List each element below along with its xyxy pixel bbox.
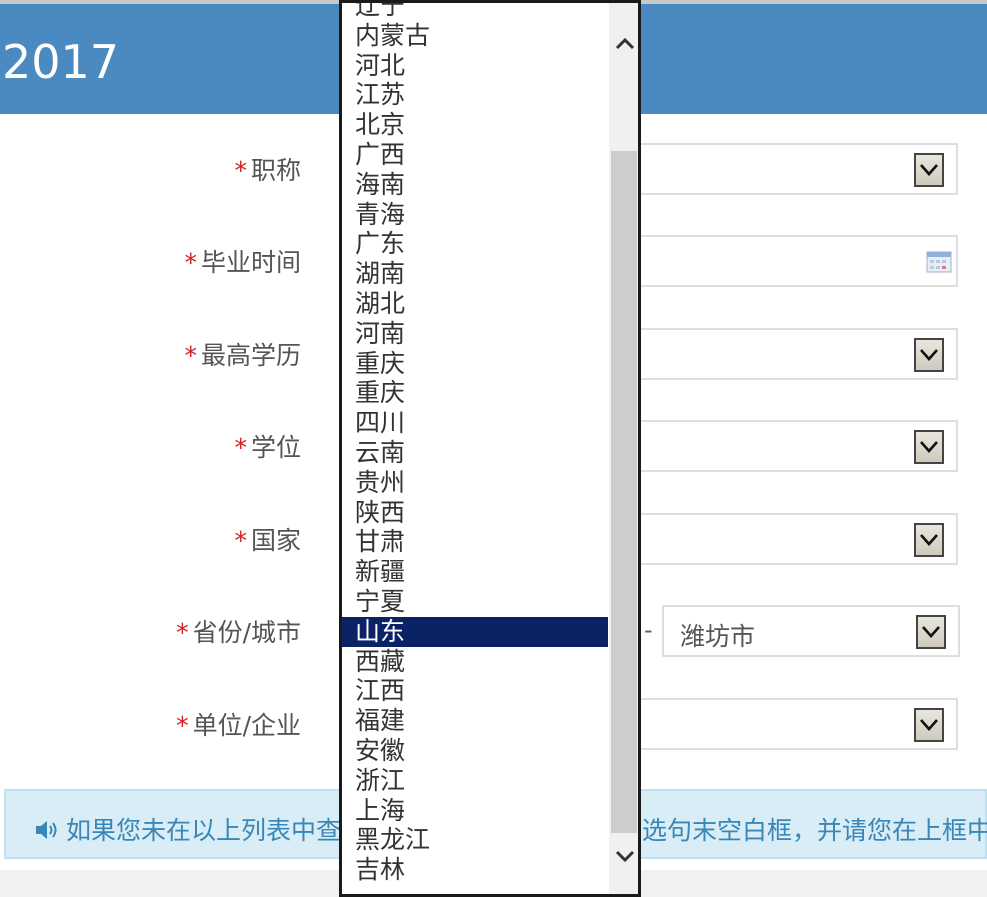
- province-option[interactable]: 宁夏: [342, 587, 608, 617]
- province-option[interactable]: 江西: [342, 676, 608, 706]
- volume-icon: [36, 821, 57, 839]
- title-select[interactable]: [636, 143, 958, 195]
- dropdown-scrollbar[interactable]: [609, 3, 638, 894]
- province-option[interactable]: 贵州: [342, 468, 608, 498]
- province-option[interactable]: 青海: [342, 200, 608, 230]
- province-option[interactable]: 吉林: [342, 855, 608, 885]
- province-option[interactable]: 广西: [342, 140, 608, 170]
- chevron-down-icon[interactable]: [914, 430, 944, 464]
- degree-select[interactable]: [636, 420, 958, 472]
- province-option[interactable]: 陕西: [342, 498, 608, 528]
- province-option[interactable]: 北京: [342, 110, 608, 140]
- province-option[interactable]: 江苏: [342, 80, 608, 110]
- notice-text-left: 如果您未在以上列表中查: [66, 816, 342, 845]
- calendar-icon[interactable]: [926, 251, 952, 273]
- city-select-value: 潍坊市: [680, 622, 756, 651]
- province-option[interactable]: 甘肃: [342, 527, 608, 557]
- page-title: 2017: [2, 35, 120, 89]
- chevron-down-icon[interactable]: [614, 845, 636, 867]
- province-option[interactable]: 上海: [342, 796, 608, 826]
- label-education: * 最高学历: [184, 341, 301, 370]
- chevron-down-icon[interactable]: [914, 338, 944, 372]
- province-option[interactable]: 内蒙古: [342, 21, 608, 51]
- city-select[interactable]: 潍坊市: [662, 605, 960, 657]
- company-select[interactable]: [636, 698, 958, 750]
- province-option[interactable]: 山东: [342, 616, 608, 647]
- chevron-down-icon[interactable]: [914, 153, 944, 187]
- notice-text-right: 选句末空白框，并请您在上框中: [642, 816, 987, 845]
- province-option[interactable]: 黑龙江: [342, 825, 608, 855]
- scrollbar-thumb[interactable]: [611, 151, 637, 833]
- graduation-date-input[interactable]: [636, 235, 958, 287]
- province-option[interactable]: 浙江: [342, 766, 608, 796]
- province-option[interactable]: 广东: [342, 229, 608, 259]
- province-option[interactable]: 湖南: [342, 259, 608, 289]
- province-option[interactable]: 河南: [342, 319, 608, 349]
- label-title: * 职称: [234, 156, 301, 185]
- label-company: * 单位/企业: [176, 711, 301, 740]
- province-option[interactable]: 云南: [342, 438, 608, 468]
- province-option[interactable]: 海南: [342, 170, 608, 200]
- province-option[interactable]: 重庆: [342, 349, 608, 379]
- province-dropdown-list[interactable]: 辽宁 内蒙古 河北 江苏 北京 广西 海南 青海 广东 湖南 湖北 河南 重庆 重庆 四川 云南 贵州 陕西 甘肃新…: [339, 0, 641, 897]
- label-degree: * 学位: [234, 433, 301, 462]
- province-option[interactable]: 重庆: [342, 378, 608, 408]
- province-options[interactable]: 辽宁 内蒙古 河北 江苏 北京 广西 海南 青海 广东 湖南 湖北 河南 重庆 重庆 四川 云南 贵州 陕西 甘肃新…: [342, 3, 608, 885]
- chevron-down-icon[interactable]: [916, 615, 946, 649]
- province-option[interactable]: 西藏: [342, 647, 608, 677]
- education-select[interactable]: [636, 328, 958, 380]
- label-country: * 国家: [234, 526, 301, 555]
- chevron-up-icon[interactable]: [614, 33, 636, 55]
- label-graduation-date: * 毕业时间: [184, 248, 301, 277]
- province-city-separator: -: [644, 616, 653, 644]
- province-option[interactable]: 湖北: [342, 289, 608, 319]
- chevron-down-icon[interactable]: [914, 523, 944, 557]
- province-option[interactable]: 新疆: [342, 557, 608, 587]
- label-province-city: * 省份/城市: [176, 618, 301, 647]
- province-option[interactable]: 河北: [342, 51, 608, 81]
- province-option[interactable]: 辽宁: [342, 3, 608, 21]
- province-option[interactable]: 安徽: [342, 736, 608, 766]
- province-option[interactable]: 四川: [342, 408, 608, 438]
- country-select[interactable]: [636, 513, 958, 565]
- province-option[interactable]: 福建: [342, 706, 608, 736]
- chevron-down-icon[interactable]: [914, 708, 944, 742]
